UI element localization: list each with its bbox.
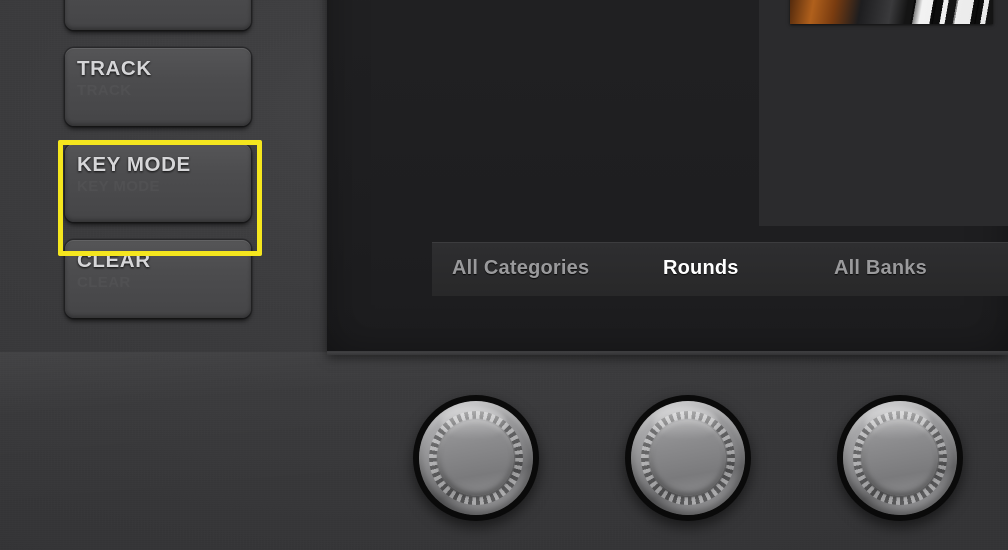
knob-3[interactable]	[837, 395, 963, 521]
knob-gloss	[652, 406, 719, 440]
mode-button-column: TRACK TRACK KEY MODE KEY MODE CLEAR CLEA…	[65, 0, 251, 336]
hw-button-label: CLEAR	[77, 249, 151, 272]
display-bezel-bottom	[327, 351, 1008, 355]
hw-button-track[interactable]: TRACK TRACK	[65, 48, 251, 126]
hw-button-ghost-text: KEY MODE	[77, 178, 160, 195]
device-panel: Vintage Keys Strummed A. Skanner	[0, 0, 1008, 550]
preset-browser[interactable]: Vintage Keys Strummed A. Skanner	[759, 0, 1008, 226]
knob-2[interactable]	[625, 395, 751, 521]
hw-button-clear[interactable]: CLEAR CLEAR	[65, 240, 251, 318]
hw-button-label: KEY MODE	[77, 153, 191, 176]
knob-gloss	[440, 406, 507, 440]
hw-button-label: TRACK	[77, 57, 152, 80]
piano-keys-artwork-icon	[790, 0, 993, 24]
hw-button-ghost-text: TRACK	[77, 82, 132, 99]
display-screen: Vintage Keys Strummed A. Skanner	[327, 0, 1008, 353]
filter-all-categories[interactable]: All Categories	[452, 257, 589, 280]
knob-1[interactable]	[413, 395, 539, 521]
knob-gloss	[864, 406, 931, 440]
browser-filter-bar: All Categories Rounds All Banks	[432, 242, 1008, 296]
preset-tile-grid: Vintage Keys Strummed A. Skanner	[759, 0, 1008, 63]
hw-button-key-mode[interactable]: KEY MODE KEY MODE	[65, 144, 251, 222]
preset-tile-row	[759, 0, 1008, 63]
filter-rounds[interactable]: Rounds	[663, 257, 739, 280]
filter-all-banks[interactable]: All Banks	[834, 257, 927, 280]
hw-button-ghost-text: CLEAR	[77, 274, 131, 291]
hw-button-partial-top[interactable]	[65, 0, 251, 30]
preset-tile[interactable]	[790, 0, 993, 24]
